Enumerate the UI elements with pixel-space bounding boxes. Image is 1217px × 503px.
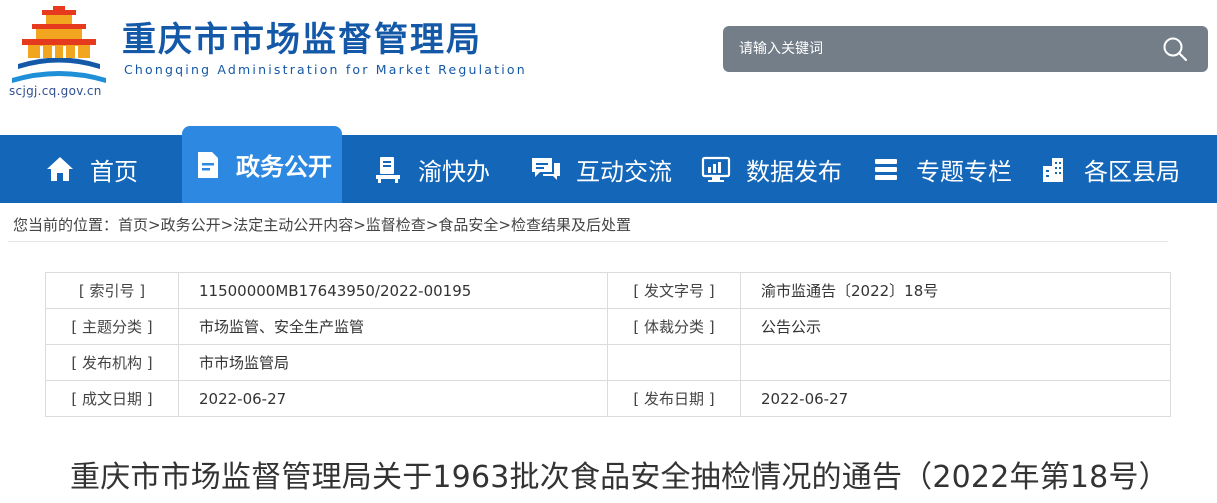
index-label: [ 索引号 ] <box>45 272 179 309</box>
breadcrumb-home[interactable]: 首页 <box>118 216 148 234</box>
nav-item-government-affairs[interactable]: 政务公开 <box>182 126 342 203</box>
logo-icon[interactable] <box>8 6 110 88</box>
created-date-value: 2022-06-27 <box>178 380 608 417</box>
table-row: [ 发布机构 ] 市市场监管局 <box>45 344 1171 381</box>
search-icon[interactable] <box>1162 36 1188 62</box>
nav-item-label: 政务公开 <box>236 153 332 181</box>
issuer-label: [ 发布机构 ] <box>45 344 179 381</box>
breadcrumb-supervision[interactable]: 监督检查 <box>366 216 426 234</box>
nav-item-yukuaiban[interactable]: 渝快办 <box>372 135 490 203</box>
topic-value: 市场监管、安全生产监管 <box>178 308 608 345</box>
nav-item-districts[interactable]: 各区县局 <box>1038 135 1180 203</box>
chart-monitor-icon <box>700 153 732 185</box>
stack-icon <box>870 153 902 185</box>
nav-item-label: 互动交流 <box>576 157 672 186</box>
breadcrumb-statutory-disclosure[interactable]: 法定主动公开内容 <box>233 216 353 234</box>
nav-item-label: 专题专栏 <box>916 157 1012 186</box>
buildings-icon <box>1038 153 1070 185</box>
nav-item-home[interactable]: 首页 <box>44 135 138 203</box>
empty-cell <box>607 344 741 381</box>
empty-cell <box>740 344 1171 381</box>
breadcrumb-separator: > <box>353 216 366 234</box>
breadcrumb-inspection-results[interactable]: 检查结果及后处置 <box>511 216 631 234</box>
nav-item-label: 首页 <box>90 157 138 186</box>
breadcrumb-prefix: 您当前的位置： <box>13 216 119 234</box>
breadcrumb-government-affairs[interactable]: 政务公开 <box>161 216 221 234</box>
nav-item-data-release[interactable]: 数据发布 <box>700 135 842 203</box>
breadcrumb-food-safety[interactable]: 食品安全 <box>438 216 498 234</box>
table-row: [ 主题分类 ] 市场监管、安全生产监管 [ 体裁分类 ] 公告公示 <box>45 308 1171 345</box>
document-info-table: [ 索引号 ] 11500000MB17643950/2022-00195 [ … <box>45 272 1171 417</box>
published-date-label: [ 发布日期 ] <box>607 380 741 417</box>
chat-icon <box>530 153 562 185</box>
doc-number-label: [ 发文字号 ] <box>607 272 741 309</box>
search-box <box>723 26 1208 72</box>
home-icon <box>44 153 76 185</box>
published-date-value: 2022-06-27 <box>740 380 1171 417</box>
search-input[interactable] <box>723 26 1143 72</box>
site-url: scjgj.cq.gov.cn <box>9 84 102 98</box>
index-value: 11500000MB17643950/2022-00195 <box>178 272 608 309</box>
breadcrumb-separator: > <box>148 216 161 234</box>
doc-number-value: 渝市监通告〔2022〕18号 <box>740 272 1171 309</box>
nav-item-label: 数据发布 <box>746 157 842 186</box>
document-icon <box>192 149 224 181</box>
table-row: [ 索引号 ] 11500000MB17643950/2022-00195 [ … <box>45 272 1171 309</box>
desk-icon <box>372 153 404 185</box>
nav-item-label: 渝快办 <box>418 157 490 186</box>
breadcrumb-separator: > <box>425 216 439 234</box>
nav-item-interaction[interactable]: 互动交流 <box>530 135 672 203</box>
site-header: scjgj.cq.gov.cn 重庆市市场监督管理局 Chongqing Adm… <box>0 0 1217 135</box>
genre-value: 公告公示 <box>740 308 1171 345</box>
breadcrumb-separator: > <box>498 216 511 234</box>
nav-item-label: 各区县局 <box>1084 157 1180 186</box>
issuer-value: 市市场监管局 <box>178 344 608 381</box>
breadcrumb: 您当前的位置：首页>政务公开>法定主动公开内容>监督检查>食品安全>检查结果及后… <box>13 214 631 235</box>
divider <box>8 241 1168 242</box>
genre-label: [ 体裁分类 ] <box>607 308 741 345</box>
main-nav: 首页 政务公开 渝快办 互动交流 数据发布 专题专栏 各区县局 <box>0 126 1217 203</box>
site-title[interactable]: 重庆市市场监督管理局 <box>122 12 482 61</box>
nav-item-special-topics[interactable]: 专题专栏 <box>870 135 1012 203</box>
topic-label: [ 主题分类 ] <box>45 308 179 345</box>
site-subtitle: Chongqing Administration for Market Regu… <box>124 62 527 77</box>
table-row: [ 成文日期 ] 2022-06-27 [ 发布日期 ] 2022-06-27 <box>45 380 1171 417</box>
created-date-label: [ 成文日期 ] <box>45 380 179 417</box>
breadcrumb-separator: > <box>220 216 234 234</box>
article-title: 重庆市市场监督管理局关于1963批次食品安全抽检情况的通告（2022年第18号） <box>70 460 1169 495</box>
